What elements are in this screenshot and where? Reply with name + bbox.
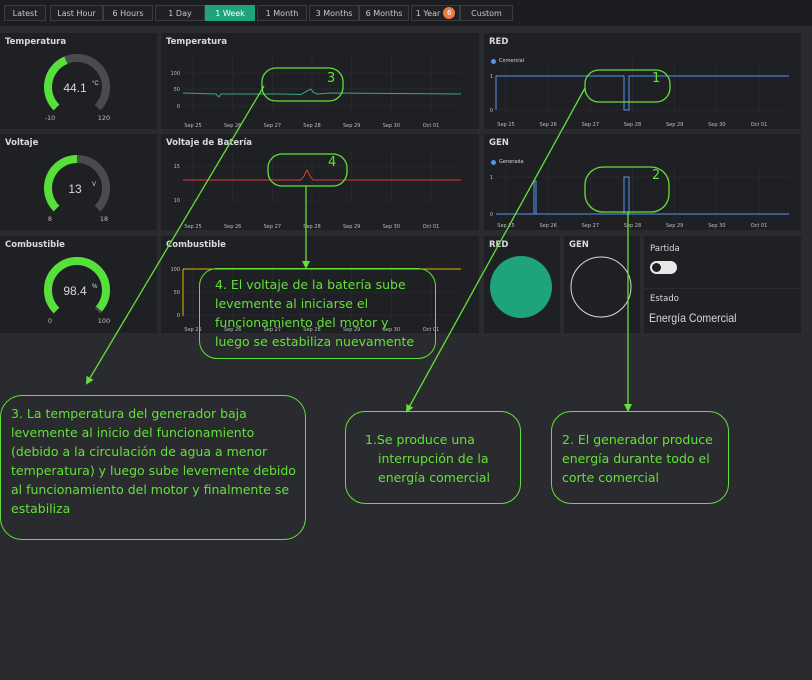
marker-3-number: 3 [327,71,335,86]
note-4-line: luego se estabiliza nuevamente [215,334,415,349]
note-1-line: interrupción de la [378,451,489,466]
note-2-line: corte comercial [562,470,659,485]
note-1-line: 1.Se produce una [365,432,475,447]
note-1: 1.Se produce una interrupción de la ener… [365,430,490,487]
marker-1-number: 1 [652,71,660,86]
note-4-line: levemente al iniciarse el [215,296,369,311]
arrow-1 [406,87,586,413]
note-4-line: funcionamiento del motor y [215,315,389,330]
note-2-line: energía durante todo el [562,451,710,466]
note-2-line: 2. El generador produce [562,432,713,447]
note-1-line: energía comercial [378,470,490,485]
note-3-line: estabiliza [11,501,71,516]
marker-2-number: 2 [652,168,660,183]
note-4: 4. El voltaje de la batería sube levemen… [215,275,414,351]
note-4-line: 4. El voltaje de la batería sube [215,277,406,292]
note-3-line: temperatura) y luego sube levemente debi… [11,463,296,478]
note-3-line: 3. La temperatura del generador baja [11,406,247,421]
marker-4-number: 4 [328,155,336,170]
note-3: 3. La temperatura del generador baja lev… [11,404,296,518]
note-2: 2. El generador produce energía durante … [562,430,713,487]
note-3-line: al funcionamiento del motor y finalmente… [11,482,290,497]
note-3-line: levemente al inicio del funcionamiento [11,425,255,440]
note-3-line: (debido a la circulación de agua a menor [11,444,268,459]
